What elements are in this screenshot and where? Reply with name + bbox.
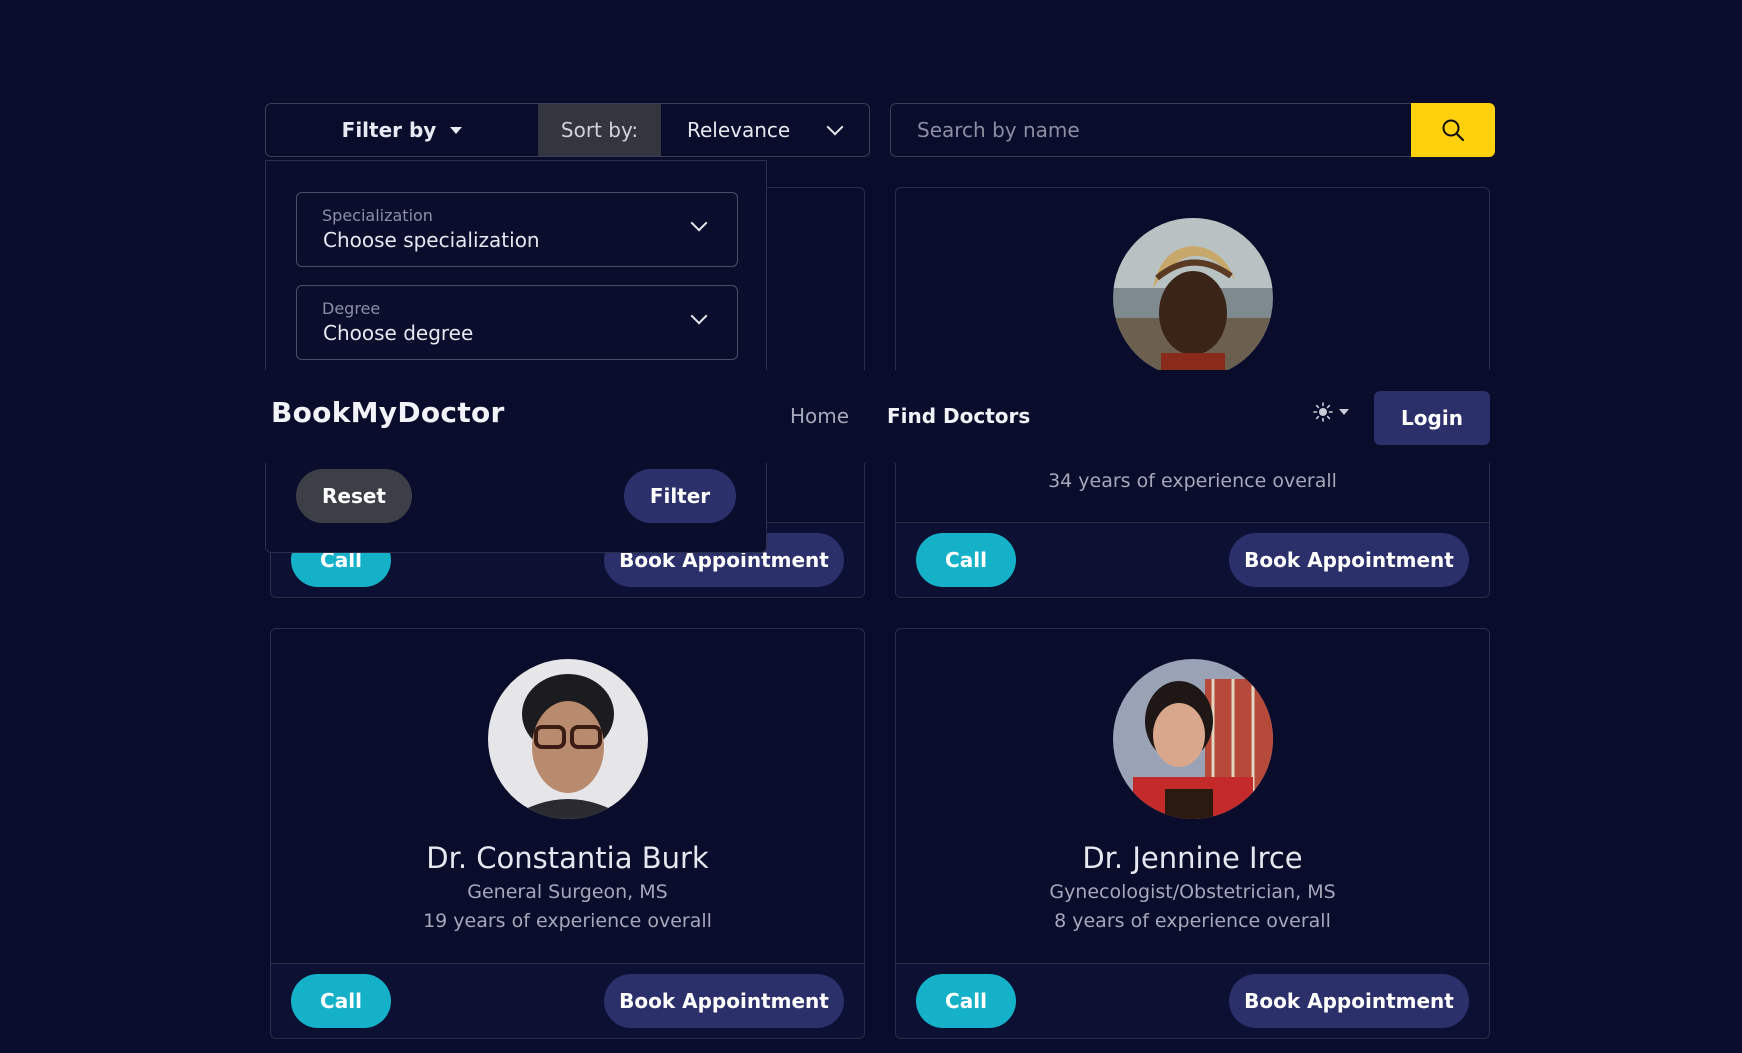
sun-icon [1313,402,1333,422]
filter-by-button[interactable]: Filter by [266,104,538,156]
book-appointment-button[interactable]: Book Appointment [1229,533,1469,587]
login-button[interactable]: Login [1374,391,1490,445]
book-appointment-button[interactable]: Book Appointment [604,974,844,1028]
doctor-experience: 34 years of experience overall [1048,470,1337,492]
search-icon [1442,119,1465,142]
apply-filter-button[interactable]: Filter [624,469,736,523]
specialization-select[interactable]: Specialization Choose specialization [296,192,738,267]
card-footer: Call Book Appointment [271,963,864,1038]
filter-panel: Specialization Choose specialization Deg… [265,160,767,553]
search-button[interactable] [1411,103,1495,157]
filter-by-label: Filter by [341,118,437,142]
brand-logo[interactable]: BookMyDoctor [271,396,505,429]
doctor-avatar [487,659,648,819]
degree-select[interactable]: Degree Choose degree [296,285,738,360]
degree-label: Degree [322,299,381,318]
doctor-name: Dr. Constantia Burk [426,841,709,875]
specialization-label: Specialization [322,206,433,225]
nav-link-find-doctors[interactable]: Find Doctors [887,404,1030,428]
doctor-experience: 19 years of experience overall [423,910,712,932]
reset-button[interactable]: Reset [296,469,412,523]
call-button[interactable]: Call [291,974,391,1028]
nav-link-home[interactable]: Home [790,404,849,428]
doctor-avatar [1112,659,1273,819]
sort-select[interactable]: Relevance [661,104,869,156]
doctor-specialization: General Surgeon, MS [467,881,668,903]
call-button[interactable]: Call [916,533,1016,587]
doctor-card: Dr. Constantia Burk General Surgeon, MS … [270,628,865,1039]
caret-down-icon [450,126,463,134]
card-footer: Call Book Appointment [896,522,1489,597]
book-appointment-button[interactable]: Book Appointment [1229,974,1469,1028]
caret-down-icon [1339,409,1349,415]
specialization-value: Choose specialization [323,228,540,252]
call-button[interactable]: Call [916,974,1016,1028]
theme-toggle[interactable] [1313,402,1349,422]
chevron-down-icon [690,307,708,325]
filter-sort-bar: Filter by Sort by: Relevance [265,103,870,157]
card-footer: Call Book Appointment [896,963,1489,1038]
doctor-name: Dr. Jennine Irce [1082,841,1303,875]
search-input[interactable] [890,103,1411,157]
doctor-avatar [1112,218,1273,378]
navbar: BookMyDoctor Home Find Doctors Login [265,370,1495,463]
search-bar [890,103,1495,157]
degree-value: Choose degree [323,321,474,345]
sort-by-label: Sort by: [538,104,661,156]
doctor-card: Dr. Jennine Irce Gynecologist/Obstetrici… [895,628,1490,1039]
doctor-specialization: Gynecologist/Obstetrician, MS [1049,881,1336,903]
sort-value: Relevance [687,118,791,142]
chevron-down-icon [690,214,708,232]
chevron-down-icon [826,118,844,136]
doctor-experience: 8 years of experience overall [1054,910,1331,932]
